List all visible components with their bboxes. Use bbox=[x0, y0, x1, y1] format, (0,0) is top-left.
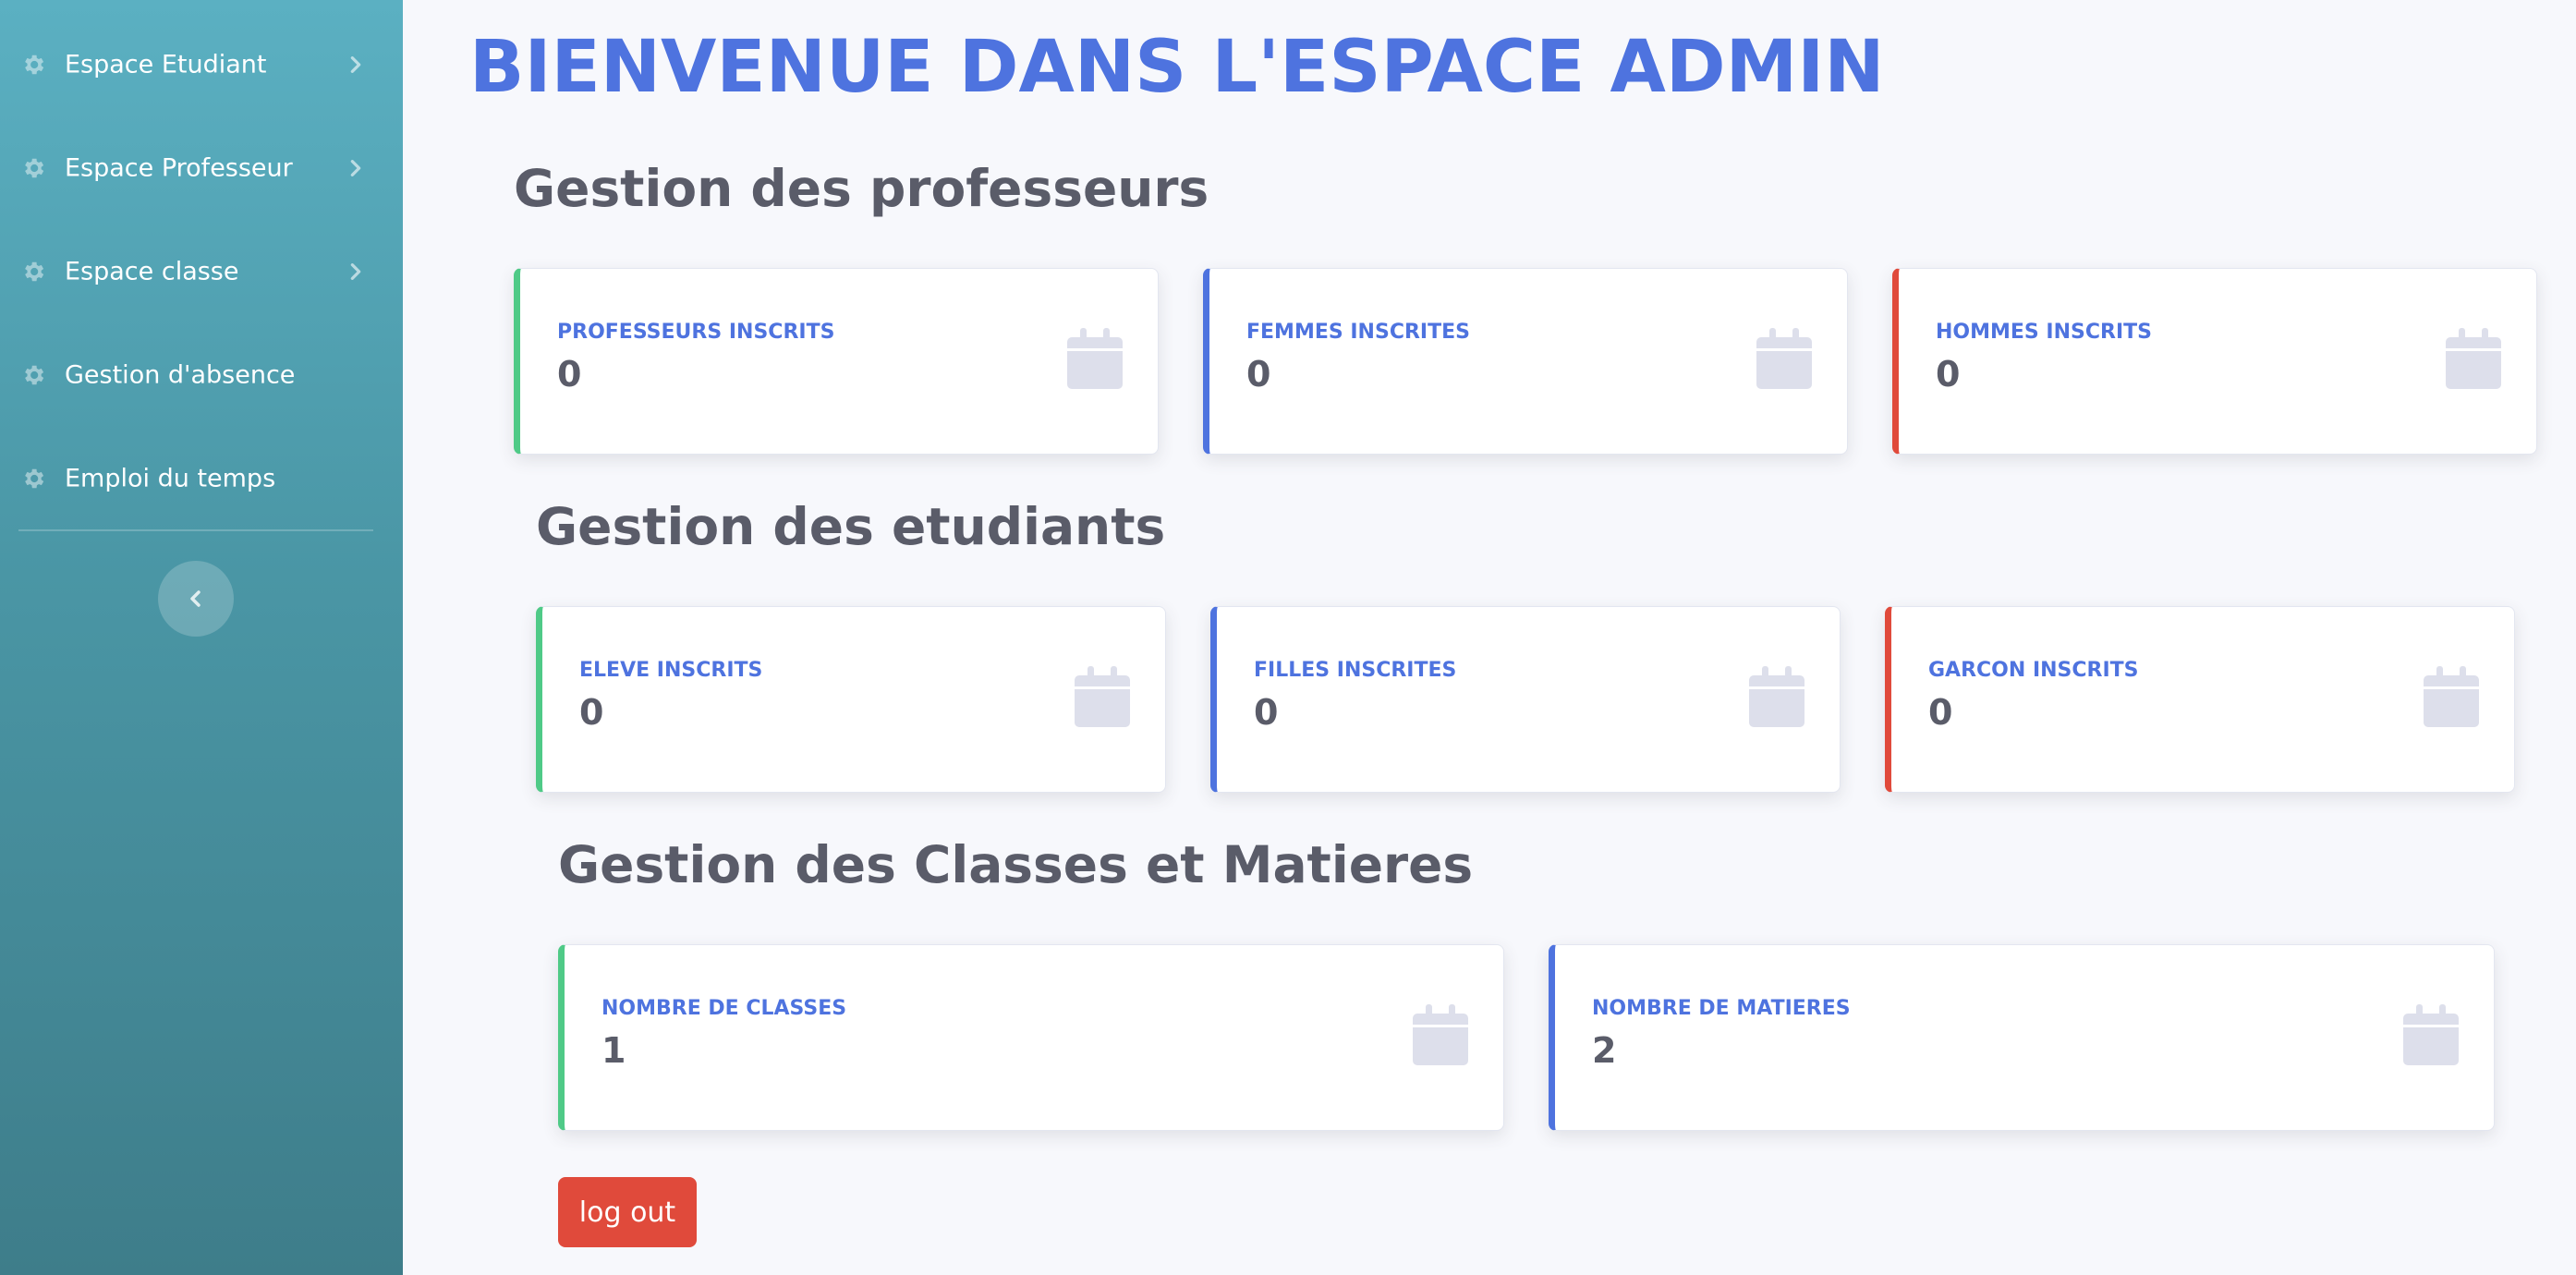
calendar-icon bbox=[1067, 328, 1123, 389]
sidebar-divider bbox=[18, 529, 373, 531]
gear-icon bbox=[25, 55, 44, 75]
card-label: PROFESSEURS INSCRITS bbox=[557, 321, 835, 344]
stat-card-nombre-de-classes: NOMBRE DE CLASSES 1 bbox=[558, 944, 1504, 1131]
card-label: NOMBRE DE CLASSES bbox=[601, 997, 847, 1020]
chevron-right-icon bbox=[350, 56, 361, 73]
sidebar-item-label: Gestion d'absence bbox=[65, 360, 296, 390]
stat-card-garcon-inscrits: GARCON INSCRITS 0 bbox=[1885, 606, 2515, 793]
sidebar-item-espace-professeur[interactable]: Espace Professeur bbox=[0, 135, 403, 201]
stat-card-filles-inscrites: FILLES INSCRITES 0 bbox=[1210, 606, 1841, 793]
logout-button[interactable]: log out bbox=[558, 1177, 697, 1247]
stat-card-femmes-inscrites: FEMMES INSCRITES 0 bbox=[1203, 268, 1848, 455]
stat-card-eleve-inscrits: ELEVE INSCRITS 0 bbox=[536, 606, 1166, 793]
calendar-icon bbox=[1413, 1004, 1468, 1065]
calendar-icon bbox=[2403, 1004, 2459, 1065]
gear-icon bbox=[25, 261, 44, 282]
card-label: ELEVE INSCRITS bbox=[579, 659, 763, 682]
sidebar-item-emploi-du-temps[interactable]: Emploi du temps bbox=[0, 445, 403, 512]
sidebar-item-label: Espace Etudiant bbox=[65, 50, 267, 79]
calendar-icon bbox=[1756, 328, 1812, 389]
gear-icon bbox=[25, 158, 44, 178]
chevron-right-icon bbox=[350, 263, 361, 280]
calendar-icon bbox=[1075, 666, 1130, 727]
card-value: 0 bbox=[579, 692, 604, 733]
card-value: 1 bbox=[601, 1030, 626, 1071]
section-title-professeurs: Gestion des professeurs bbox=[514, 159, 1209, 218]
chevron-right-icon bbox=[350, 160, 361, 176]
stat-card-professeurs-inscrits: PROFESSEURS INSCRITS 0 bbox=[514, 268, 1159, 455]
card-label: HOMMES INSCRITS bbox=[1936, 321, 2152, 344]
section-title-etudiants: Gestion des etudiants bbox=[536, 497, 1166, 556]
calendar-icon bbox=[1749, 666, 1804, 727]
card-label: FEMMES INSCRITES bbox=[1246, 321, 1470, 344]
card-value: 0 bbox=[1936, 354, 1961, 395]
card-value: 0 bbox=[557, 354, 582, 395]
card-value: 0 bbox=[1254, 692, 1279, 733]
gear-icon bbox=[25, 468, 44, 489]
sidebar-item-espace-etudiant[interactable]: Espace Etudiant bbox=[0, 31, 403, 98]
sidebar-item-gestion-absence[interactable]: Gestion d'absence bbox=[0, 342, 403, 408]
calendar-icon bbox=[2424, 666, 2479, 727]
card-label: NOMBRE DE MATIERES bbox=[1592, 997, 1851, 1020]
sidebar-item-label: Espace Professeur bbox=[65, 153, 293, 183]
calendar-icon bbox=[2446, 328, 2501, 389]
card-label: FILLES INSCRITES bbox=[1254, 659, 1457, 682]
sidebar: Espace Etudiant Espace Professeur Espace… bbox=[0, 0, 403, 1275]
card-label: GARCON INSCRITS bbox=[1928, 659, 2139, 682]
chevron-left-icon bbox=[190, 590, 200, 607]
sidebar-item-espace-classe[interactable]: Espace classe bbox=[0, 238, 403, 305]
stat-card-hommes-inscrits: HOMMES INSCRITS 0 bbox=[1892, 268, 2537, 455]
sidebar-item-label: Emploi du temps bbox=[65, 464, 276, 493]
card-value: 0 bbox=[1928, 692, 1953, 733]
page-title: BIENVENUE DANS L'ESPACE ADMIN bbox=[469, 26, 1885, 109]
card-value: 2 bbox=[1592, 1030, 1617, 1071]
gear-icon bbox=[25, 365, 44, 385]
stat-card-nombre-de-matieres: NOMBRE DE MATIERES 2 bbox=[1549, 944, 2495, 1131]
card-value: 0 bbox=[1246, 354, 1271, 395]
sidebar-toggle-button[interactable] bbox=[158, 561, 234, 637]
sidebar-item-label: Espace classe bbox=[65, 257, 239, 286]
section-title-classes-matieres: Gestion des Classes et Matieres bbox=[558, 835, 1474, 894]
